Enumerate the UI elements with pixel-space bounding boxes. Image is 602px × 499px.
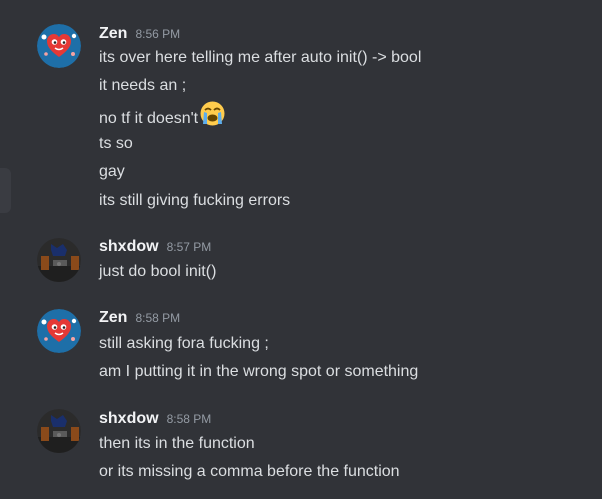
message-timestamp[interactable]: 8:58 PM <box>167 412 212 426</box>
chat-message-list: Zen 8:56 PM its over here telling me aft… <box>0 0 602 499</box>
message-group: shxdow 8:58 PM then its in the function … <box>0 0 602 499</box>
message-text: or its missing a comma before the functi… <box>99 463 400 480</box>
author-name[interactable]: shxdow <box>99 410 159 428</box>
dark-scene-avatar-icon[interactable] <box>37 409 81 453</box>
message-text: then its in the function <box>99 435 255 452</box>
